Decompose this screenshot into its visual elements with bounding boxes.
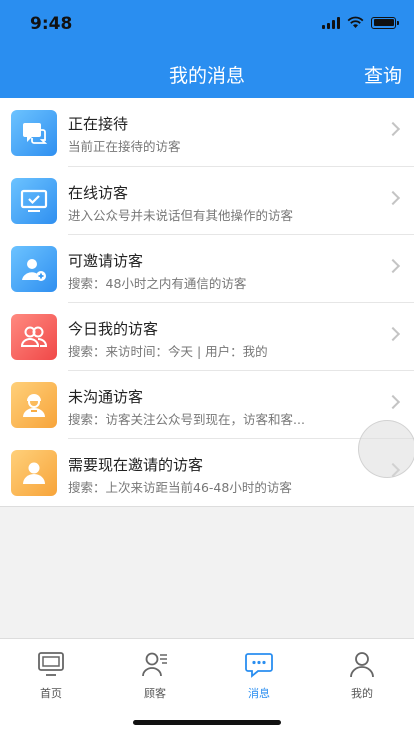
search-query-button[interactable]: 查询 <box>364 61 402 88</box>
tab-label: 消息 <box>248 687 270 700</box>
user-add-icon <box>11 246 57 292</box>
item-title: 在线访客 <box>68 184 129 202</box>
signal-icon <box>322 16 340 29</box>
item-title: 正在接待 <box>68 115 129 133</box>
chat-bubble-icon <box>11 110 57 156</box>
item-title: 未沟通访客 <box>68 388 144 406</box>
item-subtitle: 搜索：48小时之内有通信的访客 <box>68 276 247 291</box>
status-bar: 9:48 <box>0 0 414 48</box>
chevron-right-icon <box>385 190 401 206</box>
tab-label: 我的 <box>351 687 373 700</box>
item-subtitle: 搜索：访客关注公众号到现在，访客和客... <box>68 412 305 427</box>
customer-icon <box>142 652 167 677</box>
status-time: 9:48 <box>30 14 73 34</box>
item-subtitle: 搜索：上次来访距当前46-48小时的访客 <box>68 480 292 495</box>
tab-profile[interactable]: 我的 <box>322 649 402 701</box>
item-subtitle: 当前正在接待的访客 <box>68 139 181 154</box>
chevron-right-icon <box>385 121 401 137</box>
monitor-icon <box>38 652 64 676</box>
profile-icon <box>350 652 374 678</box>
tab-label: 顾客 <box>144 687 166 700</box>
item-title: 可邀请访客 <box>68 252 144 270</box>
status-icons <box>322 16 399 29</box>
chevron-right-icon <box>385 258 401 274</box>
chevron-right-icon <box>385 326 401 342</box>
chevron-right-icon <box>385 394 401 410</box>
home-indicator <box>133 720 281 725</box>
battery-icon <box>371 16 399 29</box>
message-list: 正在接待 当前正在接待的访客 在线访客 进入公众号并未说话但有其他操作的访客 可… <box>0 98 414 507</box>
tab-customers[interactable]: 顾客 <box>115 649 195 701</box>
list-item-uncontacted-visitors[interactable]: 未沟通访客 搜索：访客关注公众号到现在，访客和客... <box>0 370 414 438</box>
tab-home[interactable]: 首页 <box>11 649 91 701</box>
wifi-icon <box>347 16 364 28</box>
message-icon <box>245 653 273 678</box>
tab-label: 首页 <box>40 687 62 700</box>
list-item-invitable-visitors[interactable]: 可邀请访客 搜索：48小时之内有通信的访客 <box>0 234 414 302</box>
item-subtitle: 进入公众号并未说话但有其他操作的访客 <box>68 208 294 223</box>
person-badge-icon <box>11 382 57 428</box>
item-title: 今日我的访客 <box>68 320 159 338</box>
item-subtitle: 搜索：来访时间：今天 | 用户：我的 <box>68 344 268 359</box>
list-item-receiving[interactable]: 正在接待 当前正在接待的访客 <box>0 98 414 166</box>
tab-messages[interactable]: 消息 <box>219 649 299 701</box>
monitor-check-icon <box>11 178 57 224</box>
floating-assistive-button[interactable] <box>358 420 414 478</box>
list-item-today-my-visitors[interactable]: 今日我的访客 搜索：来访时间：今天 | 用户：我的 <box>0 302 414 370</box>
nav-bar: 我的消息 查询 <box>0 48 414 98</box>
list-item-online-visitors[interactable]: 在线访客 进入公众号并未说话但有其他操作的访客 <box>0 166 414 234</box>
users-icon <box>11 314 57 360</box>
item-title: 需要现在邀请的访客 <box>68 456 204 474</box>
person-card-icon <box>11 450 57 496</box>
list-item-invite-now-visitors[interactable]: 需要现在邀请的访客 搜索：上次来访距当前46-48小时的访客 <box>0 438 414 506</box>
page-title: 我的消息 <box>168 65 245 87</box>
